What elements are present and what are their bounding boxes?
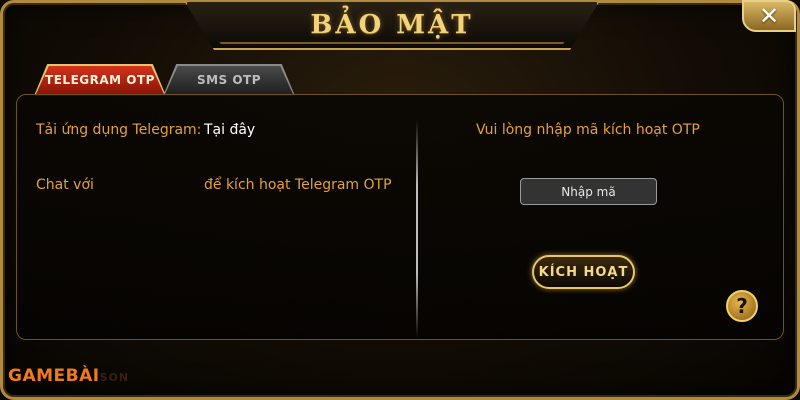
panel-divider — [416, 120, 418, 338]
close-button[interactable]: ✕ — [742, 0, 796, 32]
tab-sms-otp[interactable]: SMS OTP — [165, 66, 293, 94]
close-icon: ✕ — [758, 2, 780, 30]
title-plate: BẢO MẬT — [185, 2, 599, 50]
otp-instruction: Vui lòng nhập mã kích hoạt OTP — [476, 122, 700, 138]
tab-telegram-otp[interactable]: TELEGRAM OTP — [36, 66, 164, 94]
activate-button[interactable]: KÍCH HOẠT — [532, 255, 635, 289]
download-label: Tải ứng dụng Telegram: — [36, 122, 202, 138]
question-icon: ? — [736, 294, 748, 318]
brand-suffix: SON — [99, 371, 130, 384]
chat-instruction: để kích hoạt Telegram OTP — [204, 177, 392, 193]
brand-name: GAMEBÀI — [8, 366, 100, 386]
chat-label: Chat với — [36, 177, 94, 193]
download-link[interactable]: Tại đây — [204, 122, 255, 138]
otp-code-input[interactable] — [520, 178, 657, 205]
tab-label: TELEGRAM OTP — [45, 73, 155, 87]
dialog-title: BẢO MẬT — [310, 10, 474, 40]
help-button[interactable]: ? — [726, 290, 758, 322]
activate-label: KÍCH HOẠT — [538, 264, 629, 280]
tab-label: SMS OTP — [196, 73, 262, 87]
brand-watermark: GAMEBÀISON — [8, 366, 129, 386]
